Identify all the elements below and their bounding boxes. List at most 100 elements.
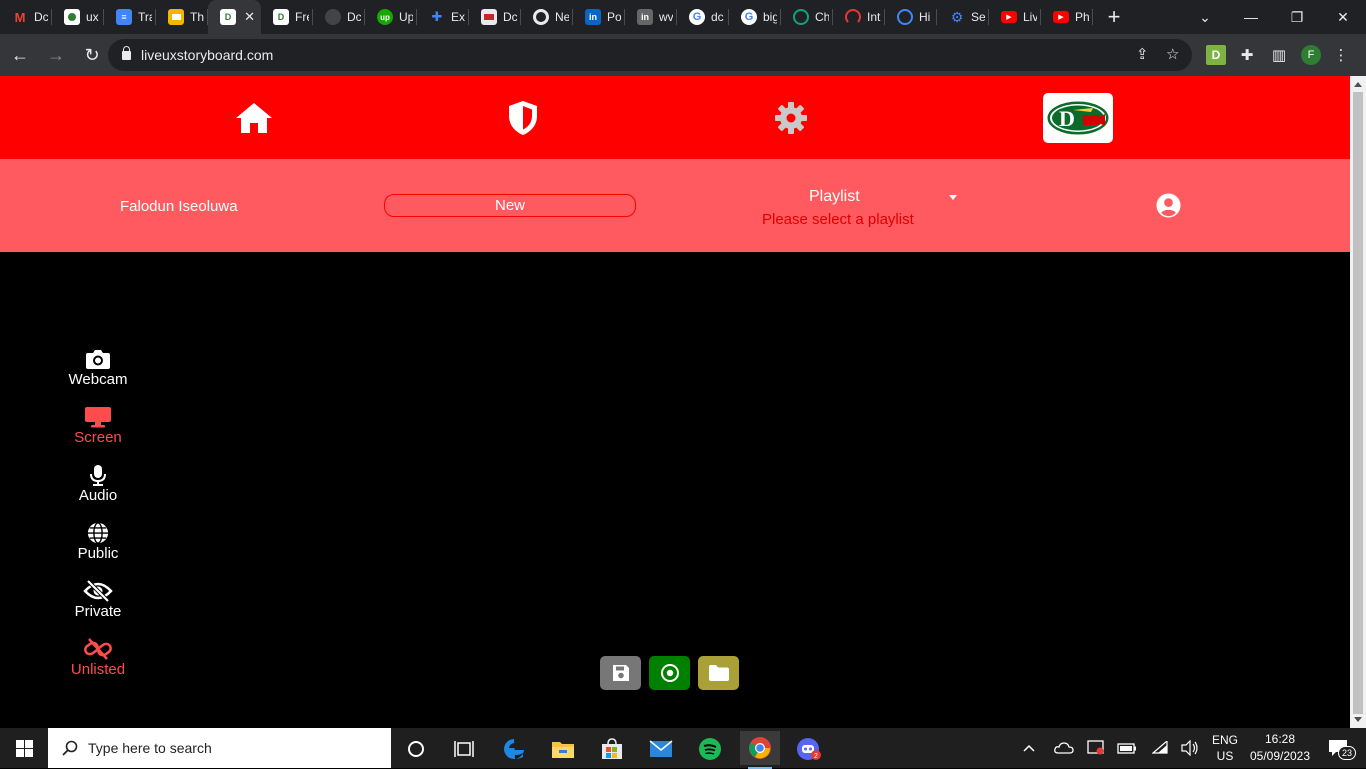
record-button[interactable] xyxy=(649,656,690,690)
tab-search-button[interactable]: ⌄ xyxy=(1182,0,1228,34)
linkedin-icon: in xyxy=(637,9,653,25)
home-button[interactable] xyxy=(232,96,276,140)
screen-option[interactable]: Screen xyxy=(60,406,136,446)
taskbar-search-input[interactable]: Type here to search xyxy=(48,728,391,768)
open-folder-button[interactable] xyxy=(698,656,739,690)
public-option[interactable]: Public xyxy=(60,522,136,562)
cortana-button[interactable] xyxy=(396,734,436,764)
close-icon[interactable]: ✕ xyxy=(244,9,255,25)
mail-button[interactable] xyxy=(641,734,681,764)
webcam-label: Webcam xyxy=(68,371,128,388)
private-option[interactable]: Private xyxy=(60,580,136,620)
browser-tab[interactable]: Dc xyxy=(313,0,365,34)
chevron-down-icon[interactable] xyxy=(949,195,957,200)
audio-option[interactable]: Audio xyxy=(60,464,136,504)
address-bar[interactable]: liveuxstoryboard.com ⇪ ☆ xyxy=(108,39,1192,71)
chrome-button[interactable] xyxy=(740,731,780,769)
browser-tab[interactable]: D Fre xyxy=(261,0,313,34)
spotify-button[interactable] xyxy=(690,734,730,764)
start-button[interactable] xyxy=(0,728,48,768)
close-window-button[interactable]: ✕ xyxy=(1320,0,1366,34)
browser-tab[interactable]: Dc xyxy=(469,0,521,34)
discord-button[interactable]: 2 xyxy=(789,734,829,764)
scrollbar-thumb[interactable] xyxy=(1353,92,1363,714)
scroll-up-icon[interactable] xyxy=(1354,82,1362,87)
liveux-icon: D xyxy=(220,9,236,25)
edge-button[interactable] xyxy=(494,734,534,764)
browser-tab-active[interactable]: D ✕ xyxy=(208,0,261,34)
tab-title: Dc xyxy=(503,10,517,24)
side-panel-icon[interactable]: ▥ xyxy=(1269,45,1289,65)
top-navigation: D xyxy=(0,76,1350,159)
bookmark-star-icon[interactable]: ☆ xyxy=(1166,45,1179,63)
cloud-icon xyxy=(1054,742,1074,754)
back-button[interactable]: ← xyxy=(4,39,36,71)
browser-tab[interactable]: in wv xyxy=(625,0,677,34)
site-icon xyxy=(64,9,80,25)
mail-icon xyxy=(649,740,673,757)
browser-tab[interactable]: Hi xyxy=(885,0,937,34)
home-icon xyxy=(236,103,272,133)
browser-tab[interactable]: in Po xyxy=(573,0,625,34)
new-button[interactable]: New xyxy=(384,194,636,217)
extensions-icon: ✚ xyxy=(431,9,443,24)
profile-avatar[interactable]: F xyxy=(1301,45,1321,65)
browser-tab[interactable]: ▶ Ph xyxy=(1041,0,1093,34)
volume-button[interactable] xyxy=(1178,728,1202,768)
task-view-button[interactable] xyxy=(444,734,484,764)
browser-tab[interactable]: ✚ Ex xyxy=(417,0,469,34)
meet-now-button[interactable] xyxy=(1084,728,1108,768)
puzzle-icon[interactable]: ✚ xyxy=(1237,45,1257,65)
account-icon[interactable] xyxy=(1156,193,1181,218)
menu-icon[interactable]: ⋮ xyxy=(1331,45,1351,65)
tab-title: Ch xyxy=(815,10,829,24)
restore-button[interactable]: ❐ xyxy=(1274,0,1320,34)
region-code: US xyxy=(1216,749,1234,763)
search-placeholder: Type here to search xyxy=(88,740,212,756)
volume-icon xyxy=(1181,740,1198,756)
scroll-down-icon[interactable] xyxy=(1354,717,1362,722)
webcam-option[interactable]: Webcam xyxy=(60,348,136,388)
audio-label: Audio xyxy=(78,487,118,504)
browser-tab[interactable]: Ch xyxy=(781,0,833,34)
notifications-button[interactable]: 23 xyxy=(1320,728,1356,768)
playlist-select[interactable]: Playlist xyxy=(809,188,860,206)
tab-title: Liv xyxy=(1023,10,1037,24)
private-label: Private xyxy=(74,603,122,620)
browser-tab[interactable]: ≡ Tra xyxy=(104,0,156,34)
browser-tab[interactable]: Ne xyxy=(521,0,573,34)
language-indicator[interactable]: ENG US xyxy=(1207,728,1243,768)
minimize-button[interactable]: — xyxy=(1228,0,1274,34)
onedrive-button[interactable] xyxy=(1052,728,1076,768)
app-page: D Falodun Iseoluwa New Playlist Please s… xyxy=(0,76,1350,728)
clock[interactable]: 16:28 05/09/2023 xyxy=(1248,728,1312,768)
extension-icon[interactable]: D xyxy=(1206,45,1226,65)
browser-tab[interactable]: Int xyxy=(833,0,885,34)
battery-button[interactable] xyxy=(1115,728,1139,768)
browser-tab[interactable]: M Dc xyxy=(0,0,52,34)
wifi-button[interactable] xyxy=(1149,728,1173,768)
browser-tab[interactable]: G big xyxy=(729,0,781,34)
unlisted-option[interactable]: Unlisted xyxy=(60,638,136,678)
file-explorer-button[interactable] xyxy=(543,734,583,764)
forward-button[interactable]: → xyxy=(40,39,72,71)
browser-tab[interactable]: up Up xyxy=(365,0,417,34)
tray-expand-button[interactable] xyxy=(1018,728,1040,768)
browser-tab[interactable]: ux xyxy=(52,0,104,34)
settings-button[interactable] xyxy=(769,96,813,140)
spotify-icon xyxy=(699,738,721,760)
store-button[interactable] xyxy=(592,734,632,764)
reload-button[interactable]: ↻ xyxy=(76,39,108,71)
page-scrollbar[interactable] xyxy=(1350,76,1366,728)
share-icon[interactable]: ⇪ xyxy=(1136,45,1149,63)
app-logo[interactable]: D xyxy=(1043,93,1113,143)
screen-label: Screen xyxy=(74,429,122,446)
save-button[interactable] xyxy=(600,656,641,690)
browser-tab[interactable]: Th xyxy=(156,0,208,34)
browser-tab[interactable]: G dc xyxy=(677,0,729,34)
new-tab-button[interactable]: + xyxy=(1099,2,1129,32)
record-icon xyxy=(660,664,679,682)
security-button[interactable] xyxy=(501,96,545,140)
browser-tab[interactable]: ▶ Liv xyxy=(989,0,1041,34)
browser-tab[interactable]: ⚙ Se xyxy=(937,0,989,34)
